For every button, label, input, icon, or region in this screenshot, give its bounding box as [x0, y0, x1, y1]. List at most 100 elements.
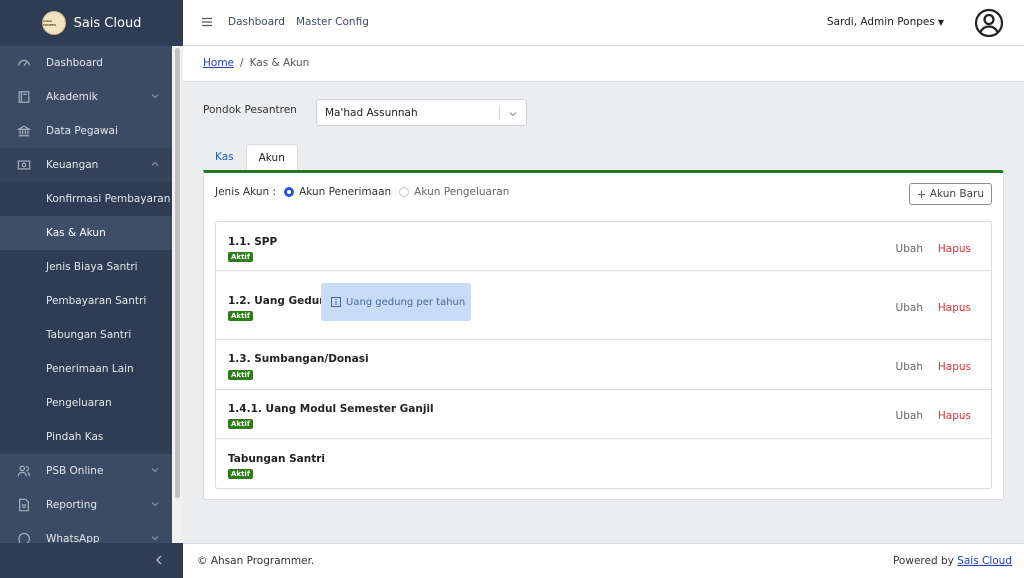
sidebar-nav: Dashboard Akademik Data Pegawai Keuangan… — [0, 46, 172, 543]
user-name: Sardi, Admin Ponpes — [826, 16, 935, 28]
avatar[interactable] — [974, 8, 1004, 38]
akun-note: Uang gedung per tahun — [321, 283, 471, 321]
delete-link[interactable]: Hapus — [938, 243, 971, 255]
list-item: 1.2. Uang Gedung Aktif Uang gedung per t… — [215, 271, 992, 340]
sidebar-footer — [0, 543, 183, 578]
header-nav: Dashboard Master Config — [228, 16, 369, 28]
document-icon — [19, 498, 29, 512]
list-item: Tabungan Santri Aktif — [215, 439, 992, 489]
akun-note-text: Uang gedung per tahun — [346, 296, 466, 308]
radio-checked-icon[interactable] — [284, 187, 295, 197]
list-item: 1.1. SPP Aktif Ubah Hapus — [215, 221, 992, 271]
footer-sais-cloud-link[interactable]: Sais Cloud — [957, 555, 1012, 567]
users-icon — [17, 465, 31, 477]
sidebar: LOGO PONPES Sais Cloud Dashboard Akademi… — [0, 0, 183, 578]
list-item: 1.3. Sumbangan/Donasi Aktif Ubah Hapus — [215, 340, 992, 390]
chevron-down-icon — [151, 468, 159, 473]
institution-icon — [17, 125, 31, 137]
akun-name: Tabungan Santri — [228, 453, 326, 465]
akun-card: Jenis Akun : Akun Penerimaan Akun Pengel… — [203, 170, 1004, 500]
whatsapp-icon — [18, 532, 30, 543]
breadcrumb: Home / Kas & Akun — [203, 57, 309, 69]
tab-akun[interactable]: Akun — [245, 144, 298, 171]
chevron-down-icon — [151, 536, 159, 541]
delete-link[interactable]: Hapus — [938, 302, 971, 314]
sidebar-item-keuangan[interactable]: Keuangan — [0, 148, 172, 182]
add-akun-button[interactable]: Akun Baru — [908, 183, 992, 205]
sidebar-item-label: PSB Online — [46, 465, 104, 477]
breadcrumb-home-link[interactable]: Home — [203, 57, 234, 69]
brand-name: Sais Cloud — [73, 15, 142, 31]
edit-link[interactable]: Ubah — [896, 302, 923, 314]
edit-link[interactable]: Ubah — [896, 243, 923, 255]
sidebar-scroll-thumb[interactable] — [175, 48, 180, 498]
footer-copyright: © Ahsan Programmer. — [197, 555, 315, 567]
chevron-down-icon — [509, 112, 517, 117]
sidebar-item-label: Dashboard — [46, 57, 103, 69]
sidebar-item-label: Keuangan — [46, 159, 99, 171]
sidebar-item-psb-online[interactable]: PSB Online — [0, 454, 172, 488]
footer-powered-prefix: Powered by — [892, 555, 954, 567]
sidebar-subitem-pembayaran-santri[interactable]: Pembayaran Santri — [0, 284, 172, 318]
money-icon — [17, 160, 31, 170]
pondok-pesantren-label: Pondok Pesantren — [203, 104, 297, 116]
chevron-up-icon — [151, 161, 159, 166]
akun-name: 1.1. SPP — [228, 236, 278, 248]
menu-icon[interactable] — [201, 16, 213, 28]
status-badge: Aktif — [228, 252, 253, 262]
sidebar-subitem-pindah-kas[interactable]: Pindah Kas — [0, 420, 172, 454]
delete-link[interactable]: Hapus — [938, 410, 971, 422]
sidebar-collapse-icon[interactable] — [153, 554, 165, 566]
brand[interactable]: LOGO PONPES Sais Cloud — [0, 0, 183, 46]
subheader: Home / Kas & Akun — [183, 46, 1024, 82]
pondok-pesantren-select[interactable]: Ma'had Assunnah — [316, 99, 527, 126]
sidebar-subitem-konfirmasi-pembayaran[interactable]: Konfirmasi Pembayaran — [0, 182, 172, 216]
jenis-akun-group: Jenis Akun : Akun Penerimaan Akun Pengel… — [215, 186, 509, 198]
tabs: Kas Akun — [203, 144, 298, 171]
delete-link[interactable]: Hapus — [938, 361, 971, 373]
radio-label: Akun Pengeluaran — [414, 186, 510, 198]
tab-kas[interactable]: Kas — [203, 144, 246, 171]
sidebar-item-data-pegawai[interactable]: Data Pegawai — [0, 114, 172, 148]
status-badge: Aktif — [228, 311, 253, 321]
edit-link[interactable]: Ubah — [896, 410, 923, 422]
status-badge: Aktif — [228, 469, 253, 479]
list-item: 1.4.1. Uang Modul Semester Ganjil Aktif … — [215, 390, 992, 439]
akun-name: 1.3. Sumbangan/Donasi — [228, 353, 369, 365]
sidebar-item-akademik[interactable]: Akademik — [0, 80, 172, 114]
info-icon — [331, 297, 341, 307]
akun-name: 1.2. Uang Gedung — [228, 295, 335, 307]
sidebar-item-dashboard[interactable]: Dashboard — [0, 46, 172, 80]
breadcrumb-current: Kas & Akun — [249, 57, 310, 69]
status-badge: Aktif — [228, 370, 253, 380]
radio-akun-penerimaan[interactable]: Akun Penerimaan — [284, 186, 391, 198]
sidebar-subitem-kas-akun[interactable]: Kas & Akun — [0, 216, 172, 250]
sidebar-subitem-jenis-biaya-santri[interactable]: Jenis Biaya Santri — [0, 250, 172, 284]
header-nav-master-config[interactable]: Master Config — [296, 16, 369, 28]
sidebar-subitem-pengeluaran[interactable]: Pengeluaran — [0, 386, 172, 420]
user-menu[interactable]: Sardi, Admin Ponpes ▼ — [827, 16, 944, 28]
sidebar-item-label: Data Pegawai — [46, 125, 118, 137]
jenis-akun-label: Jenis Akun : — [215, 186, 277, 198]
footer-powered: Powered by Sais Cloud — [893, 555, 1012, 567]
select-separator — [499, 106, 500, 120]
radio-unchecked-icon[interactable] — [399, 187, 410, 197]
sidebar-item-label: Akademik — [46, 91, 98, 103]
select-value: Ma'had Assunnah — [325, 107, 418, 119]
sidebar-item-whatsapp[interactable]: WhatsApp — [0, 522, 172, 543]
page-footer: © Ahsan Programmer. Powered by Sais Clou… — [183, 543, 1024, 578]
sidebar-subitem-penerimaan-lain[interactable]: Penerimaan Lain — [0, 352, 172, 386]
sidebar-item-reporting[interactable]: Reporting — [0, 488, 172, 522]
header-nav-dashboard[interactable]: Dashboard — [228, 16, 285, 28]
akun-name: 1.4.1. Uang Modul Semester Ganjil — [228, 403, 434, 415]
sidebar-subitem-tabungan-santri[interactable]: Tabungan Santri — [0, 318, 172, 352]
brand-logo: LOGO PONPES — [41, 11, 66, 35]
radio-akun-pengeluaran[interactable]: Akun Pengeluaran — [399, 186, 509, 198]
chevron-down-icon — [151, 502, 159, 507]
breadcrumb-separator: / — [240, 57, 244, 69]
sidebar-item-label: WhatsApp — [46, 533, 100, 543]
radio-label: Akun Penerimaan — [299, 186, 392, 198]
edit-link[interactable]: Ubah — [896, 361, 923, 373]
chevron-down-icon — [151, 94, 159, 99]
speedometer-icon — [18, 59, 30, 66]
